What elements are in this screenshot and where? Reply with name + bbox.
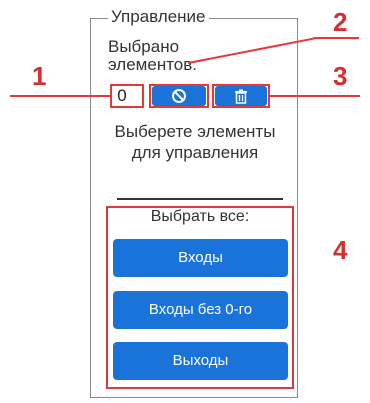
annotation-2-number: 2	[333, 7, 348, 37]
annotation-1-box	[110, 84, 144, 108]
annotation-2-box	[149, 84, 209, 108]
selection-hint-text: Выберете элементы для управления	[114, 122, 276, 162]
annotation-4-box	[106, 206, 294, 389]
annotation-3-box	[212, 84, 270, 108]
panel-legend: Управление	[108, 7, 209, 27]
annotation-3-line	[270, 95, 360, 97]
annotation-1-number: 1	[32, 61, 47, 91]
annotation-3-number: 3	[333, 61, 348, 91]
annotation-1-line	[10, 95, 110, 97]
section-divider	[117, 198, 283, 200]
annotation-2-line-end	[314, 37, 359, 39]
annotation-4-number: 4	[333, 235, 348, 265]
